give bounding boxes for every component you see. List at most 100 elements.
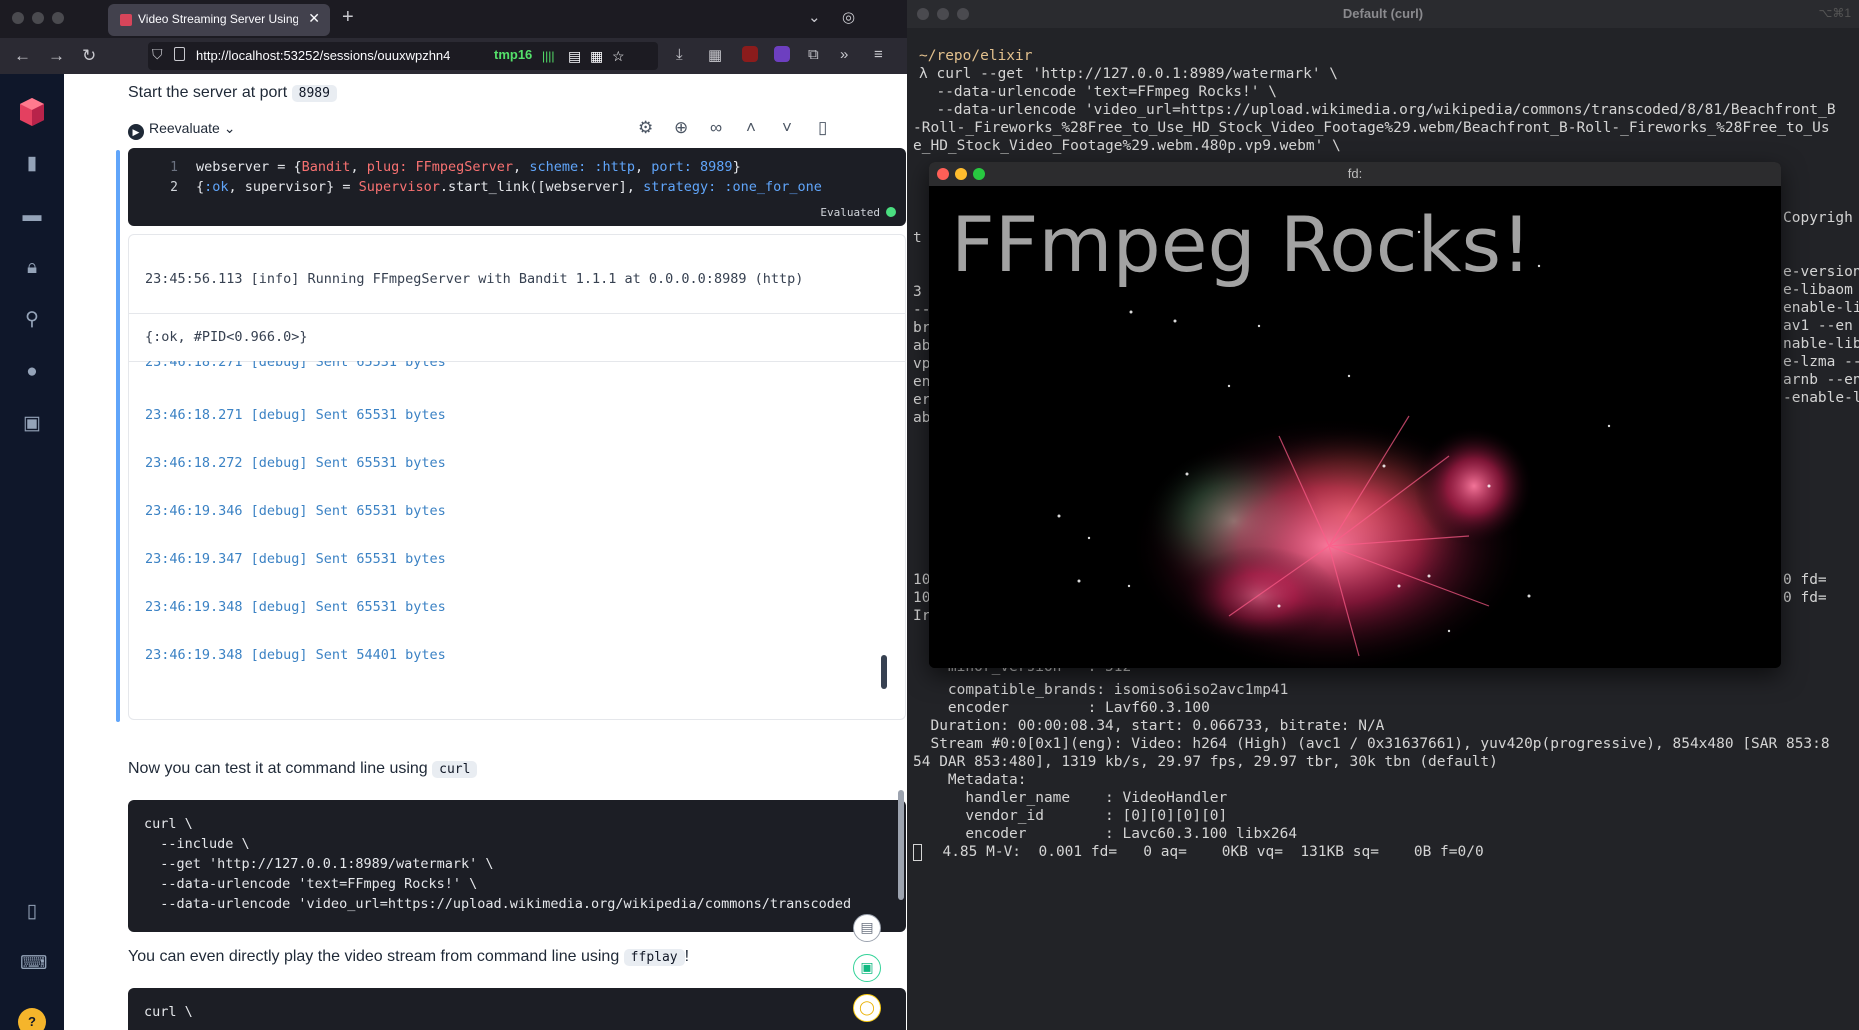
debug-log-line: 23:46:18.272 [debug] Sent 65531 bytes bbox=[145, 455, 446, 471]
code-editor[interactable]: 1 2 webserver = {Bandit, plug: FFmpegSer… bbox=[128, 148, 906, 226]
ffplay-title: fd: bbox=[1347, 166, 1363, 181]
reload-icon[interactable]: ↻ bbox=[82, 46, 96, 66]
code-line: --data-urlencode 'text=FFmpeg Rocks!' \ bbox=[144, 876, 478, 892]
extensions-grid-icon[interactable]: ▦ bbox=[708, 46, 722, 64]
terminal-title: Default (curl) bbox=[1342, 6, 1424, 21]
terminal-line: --data-urlencode 'video_url=https://uplo… bbox=[919, 102, 1836, 118]
help-button[interactable]: ? bbox=[18, 1008, 46, 1030]
play-icon: ▶ bbox=[128, 124, 144, 140]
info-log-line: 23:45:56.113 [info] Running FFmpegServer… bbox=[145, 271, 804, 287]
menu-icon[interactable]: ≡ bbox=[874, 46, 883, 63]
runtime-icon[interactable]: ◯ bbox=[853, 994, 881, 1022]
folder-icon[interactable]: ▬ bbox=[20, 204, 44, 228]
terminal-fragment: e-libaom bbox=[1783, 282, 1853, 298]
terminal-window[interactable]: Default (curl) ⌥⌘1 ~/repo/elixir λ curl … bbox=[907, 0, 1859, 1030]
terminal-line: encoder : Lavc60.3.100 libx264 bbox=[913, 826, 1298, 842]
line-number: 1 bbox=[170, 160, 178, 175]
cell-focus-indicator bbox=[116, 150, 120, 722]
evaluation-status: Evaluated bbox=[820, 206, 896, 219]
move-up-icon[interactable]: ˄ bbox=[746, 118, 756, 138]
cell-output: 23:45:56.113 [info] Running FFmpegServer… bbox=[128, 234, 906, 720]
browser-window: Video Streaming Server Using F ✕ + ⌄ ◎ ←… bbox=[0, 0, 907, 1030]
new-tab-icon[interactable]: + bbox=[342, 6, 354, 29]
close-window-button[interactable] bbox=[12, 12, 24, 24]
terminal-shortcut: ⌥⌘1 bbox=[1818, 6, 1851, 20]
terminal-fragment: Ir bbox=[913, 608, 931, 624]
page-scrollbar[interactable] bbox=[898, 790, 904, 900]
reader-view-icon[interactable]: ▤ bbox=[568, 48, 581, 65]
reevaluate-button[interactable]: ▶ Reevaluate ⌄ bbox=[128, 120, 235, 140]
lock-icon[interactable]: 🔒︎ bbox=[20, 256, 44, 280]
line-number: 2 bbox=[170, 180, 178, 195]
book-icon[interactable]: ▮ bbox=[20, 152, 44, 176]
container-bars: |||| bbox=[542, 49, 555, 63]
keyboard-icon[interactable]: ⌨ bbox=[20, 952, 47, 976]
grid-icon[interactable]: ▦ bbox=[590, 48, 603, 65]
address-bar[interactable]: ⛉ http://localhost:53252/sessions/ouuxwp… bbox=[148, 42, 658, 70]
terminal-fragment: nable-lib bbox=[1783, 336, 1859, 352]
result-line: {:ok, #PID<0.966.0>} bbox=[145, 329, 308, 345]
video-frame[interactable]: FFmpeg Rocks! bbox=[929, 186, 1781, 668]
debug-log-line: 23:46:19.347 [debug] Sent 65531 bytes bbox=[145, 551, 446, 567]
debug-log-line: 23:46:18.271 [debug] Sent 65531 bytes bbox=[145, 407, 446, 423]
minimize-window-button[interactable] bbox=[32, 12, 44, 24]
ublock-icon[interactable] bbox=[742, 46, 758, 62]
link-icon[interactable]: ∞ bbox=[710, 118, 722, 138]
downloads-icon[interactable]: ⤓ bbox=[676, 46, 683, 63]
puzzle-icon[interactable]: ⧉ bbox=[808, 46, 819, 63]
shield-icon[interactable]: ⛉ bbox=[152, 46, 163, 63]
sections-panel-icon[interactable]: ▤ bbox=[853, 914, 881, 942]
code-line: --data-urlencode 'video_url=https://uplo… bbox=[144, 896, 852, 912]
tab-list-chevron-icon[interactable]: ⌄ bbox=[808, 8, 821, 26]
overflow-chevron-icon[interactable]: » bbox=[840, 46, 848, 63]
ffplay-window[interactable]: fd: FFmpeg Rocks! bbox=[929, 162, 1781, 668]
terminal-fragment: av1 --en bbox=[1783, 318, 1853, 334]
trash-icon[interactable]: ▯ bbox=[20, 900, 44, 924]
browser-tab[interactable]: Video Streaming Server Using F ✕ bbox=[108, 4, 330, 36]
terminal-title-bar: Default (curl) ⌥⌘1 bbox=[907, 0, 1859, 28]
extension-purple-icon[interactable] bbox=[774, 46, 790, 62]
notebook-content: Start the server at port 8989 ▶ Reevaluat… bbox=[64, 74, 907, 1030]
terminal-fragment: 0 fd= bbox=[1783, 572, 1853, 588]
test-text: Now you can test it at command line usin… bbox=[128, 760, 428, 777]
code-line: --get 'http://127.0.0.1:8989/watermark' … bbox=[144, 856, 494, 872]
terminal-fragment: vp bbox=[913, 356, 931, 372]
terminal-fragment: Copyrigh bbox=[1783, 210, 1853, 226]
code-line: curl \ bbox=[144, 1004, 193, 1020]
livebook-logo[interactable] bbox=[18, 96, 46, 128]
close-tab-icon[interactable]: ✕ bbox=[308, 10, 320, 27]
delete-cell-icon[interactable]: ▯ bbox=[818, 118, 827, 138]
terminal-fragment: -enable-l bbox=[1783, 390, 1859, 406]
chip-icon[interactable]: ▣ bbox=[20, 412, 44, 436]
terminal-line: Stream #0:0[0x1](eng): Video: h264 (High… bbox=[913, 736, 1830, 752]
intro-text: Start the server at port bbox=[128, 84, 288, 101]
terminal-cursor bbox=[913, 844, 922, 861]
save-icon[interactable]: ▣ bbox=[853, 954, 881, 982]
rocket-icon[interactable]: ⚲ bbox=[20, 308, 44, 332]
url-text[interactable]: http://localhost:53252/sessions/ouuxwpzh… bbox=[196, 48, 486, 63]
terminal-line: e_HD_Stock_Video_Footage%29.webm.480p.vp… bbox=[913, 138, 1341, 154]
terminal-line: compatible_brands: isomiso6iso2avc1mp41 bbox=[913, 682, 1289, 698]
move-down-icon[interactable]: ˅ bbox=[782, 118, 792, 138]
curl-badge: curl bbox=[432, 761, 478, 778]
bookmark-star-icon[interactable]: ☆ bbox=[612, 48, 625, 65]
terminal-fragment: er bbox=[913, 392, 931, 408]
ffplay-paragraph: You can even directly play the video str… bbox=[128, 948, 690, 966]
debug-log-line: 23:46:19.348 [debug] Sent 54401 bytes bbox=[145, 647, 446, 663]
code-line: --include \ bbox=[144, 836, 250, 852]
back-icon[interactable]: ← bbox=[14, 46, 31, 66]
users-icon[interactable]: ● bbox=[20, 360, 44, 384]
account-icon[interactable]: ◎ bbox=[842, 8, 855, 26]
output-scrollbar[interactable] bbox=[881, 655, 887, 689]
terminal-fragment: arnb --en bbox=[1783, 372, 1859, 388]
zoom-icon[interactable]: ⊕ bbox=[674, 118, 688, 138]
page-icon bbox=[174, 47, 185, 61]
livebook-favicon-icon bbox=[120, 14, 132, 26]
zoom-window-button[interactable] bbox=[52, 12, 64, 24]
gear-icon[interactable]: ⚙ bbox=[638, 118, 653, 138]
watermark-text: FFmpeg Rocks! bbox=[951, 200, 1532, 289]
terminal-fragment: br bbox=[913, 320, 931, 336]
divider bbox=[129, 313, 905, 314]
terminal-line: -Roll-_Fireworks_%28Free_to_Use_HD_Stock… bbox=[913, 120, 1830, 136]
forward-icon[interactable]: → bbox=[48, 46, 65, 66]
